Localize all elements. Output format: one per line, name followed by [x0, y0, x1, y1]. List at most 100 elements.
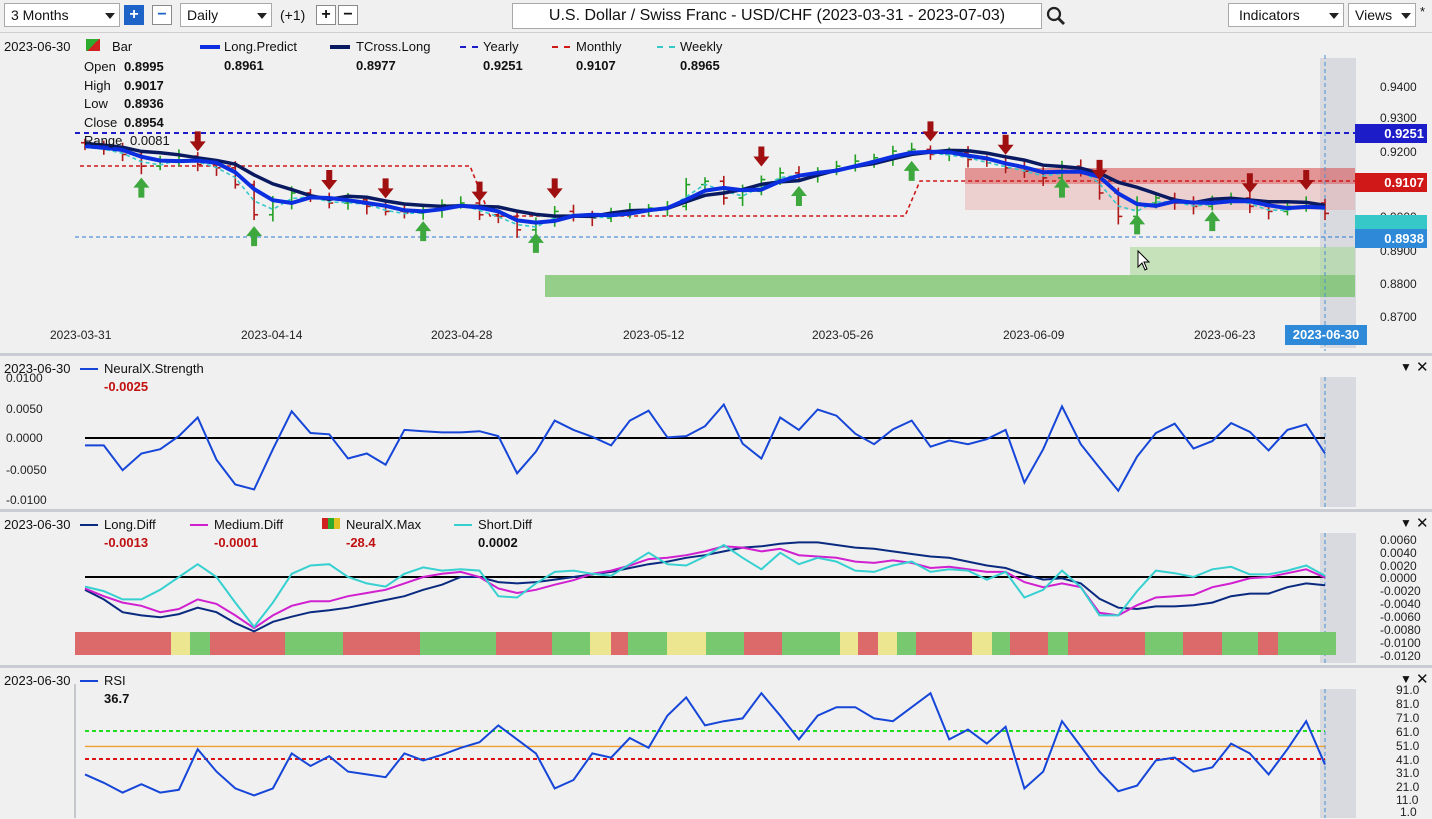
- period-select[interactable]: 3 Months: [4, 3, 120, 27]
- max-segment: [552, 632, 590, 655]
- max-segment: [706, 632, 744, 655]
- last-price-tag: 0.8938: [1355, 229, 1427, 248]
- y-tick: -0.0040: [1380, 597, 1421, 611]
- y-tick: 51.0: [1396, 739, 1420, 753]
- chevron-down-icon: [1329, 13, 1339, 19]
- ohlc-close-label: Close: [84, 115, 118, 130]
- max-segment: [1183, 632, 1222, 655]
- y-tick: -0.0080: [1380, 623, 1421, 637]
- y-tick: 0.0000: [1380, 571, 1417, 585]
- max-segment: [171, 632, 190, 655]
- close-icon[interactable]: ✕: [1416, 358, 1429, 376]
- y-tick: 0.0000: [6, 431, 43, 445]
- legend-swatch: [80, 680, 98, 682]
- support-zone: [545, 275, 1355, 297]
- current-date-tag: 2023-06-30: [1285, 325, 1367, 345]
- pin-icon[interactable]: *: [1420, 4, 1425, 19]
- sell-arrow-icon: [753, 146, 770, 167]
- legend-swatch: [454, 524, 472, 526]
- y-tick: 81.0: [1396, 697, 1420, 711]
- legend-swatch: [330, 45, 350, 49]
- y-tick: 0.9200: [1380, 145, 1417, 159]
- interval-select[interactable]: Daily: [180, 3, 272, 27]
- price-panel[interactable]: 2023-06-30 Bar Long.Predict 0.8961 TCros…: [0, 33, 1432, 353]
- max-segment: [1068, 632, 1145, 655]
- legend-long-predict: Long.Predict: [224, 39, 297, 54]
- panel-splitter[interactable]: [0, 509, 1432, 512]
- sell-arrow-icon: [471, 181, 488, 202]
- legend-short-diff: Short.Diff: [478, 517, 532, 532]
- legend-monthly-value: 0.9107: [576, 58, 616, 73]
- x-tick: 2023-03-31: [50, 328, 112, 342]
- max-segment: [897, 632, 916, 655]
- y-tick: -0.0020: [1380, 584, 1421, 598]
- sell-arrow-icon: [546, 178, 563, 199]
- strength-value: -0.0025: [104, 379, 149, 394]
- close-icon[interactable]: ✕: [1416, 514, 1429, 532]
- max-segment: [782, 632, 840, 655]
- max-segment: [1145, 632, 1183, 655]
- max-segment: [858, 632, 878, 655]
- y-tick: 0.0050: [6, 402, 43, 416]
- collapse-icon[interactable]: ▼: [1400, 672, 1412, 686]
- legend-swatch: [80, 368, 98, 370]
- y-tick: 0.0100: [6, 371, 43, 385]
- offset-plus-button[interactable]: +: [316, 5, 336, 25]
- legend-bar: Bar: [112, 39, 133, 54]
- panel-splitter[interactable]: [0, 353, 1432, 356]
- max-segment: [916, 632, 972, 655]
- max-segment: [840, 632, 858, 655]
- max-segment: [75, 632, 171, 655]
- yearly-price-tag: 0.9251: [1355, 124, 1427, 143]
- toolbar: 3 Months + − Daily (+1) + − U.S. Dollar …: [0, 0, 1432, 33]
- max-segment: [1010, 632, 1048, 655]
- x-tick: 2023-05-12: [623, 328, 685, 342]
- diff-panel[interactable]: 2023-06-30 Long.Diff -0.0013 Medium.Diff…: [0, 513, 1432, 665]
- views-menu[interactable]: Views: [1348, 3, 1416, 27]
- legend-swatch: [657, 46, 675, 48]
- rsi-panel[interactable]: 2023-06-30 RSI 36.7 91.0 81.0 71.0 61.0 …: [0, 669, 1432, 819]
- strength-legend: NeuralX.Strength: [104, 361, 204, 376]
- search-icon[interactable]: [1046, 6, 1066, 26]
- y-tick: 0.8700: [1380, 310, 1417, 324]
- max-segment: [1222, 632, 1258, 655]
- collapse-icon[interactable]: ▼: [1400, 360, 1412, 374]
- max-segment: [667, 632, 706, 655]
- max-segment: [1048, 632, 1068, 655]
- strength-chart: [85, 377, 1356, 507]
- ohlc-high-label: High: [84, 78, 111, 93]
- offset-minus-button[interactable]: −: [338, 5, 358, 25]
- y-tick: 31.0: [1396, 766, 1420, 780]
- zoom-out-button[interactable]: −: [152, 5, 172, 25]
- ohlc-range-value: 0.0081: [130, 133, 170, 148]
- ohlc-close-value: 0.8954: [124, 115, 164, 130]
- neuralx-max-bar: [75, 632, 1336, 655]
- x-tick: 2023-06-23: [1194, 328, 1256, 342]
- instrument-title[interactable]: U.S. Dollar / Swiss Franc - USD/CHF (202…: [512, 3, 1042, 29]
- panel-splitter[interactable]: [0, 665, 1432, 668]
- strength-panel[interactable]: 2023-06-30 NeuralX.Strength -0.0025 0.01…: [0, 357, 1432, 509]
- max-segment: [420, 632, 496, 655]
- x-tick: 2023-05-26: [812, 328, 874, 342]
- bar-legend-icon: [86, 39, 100, 51]
- chevron-down-icon: [257, 13, 267, 19]
- neuralx-max-value: -28.4: [346, 535, 376, 550]
- buy-arrow-icon: [903, 160, 920, 181]
- y-tick: 0.9400: [1380, 80, 1417, 94]
- buy-arrow-icon: [790, 185, 807, 206]
- max-segment: [992, 632, 1010, 655]
- indicators-menu[interactable]: Indicators: [1228, 3, 1344, 27]
- views-label: Views: [1355, 7, 1393, 23]
- sell-arrow-icon: [189, 131, 206, 152]
- y-tick: 1.0: [1400, 805, 1417, 819]
- max-segment: [285, 632, 343, 655]
- zoom-in-button[interactable]: +: [124, 5, 144, 25]
- close-icon[interactable]: ✕: [1416, 670, 1429, 688]
- x-tick: 2023-06-09: [1003, 328, 1065, 342]
- period-value: 3 Months: [11, 7, 69, 23]
- y-tick: 0.8800: [1380, 277, 1417, 291]
- max-segment: [878, 632, 897, 655]
- short-diff-value: 0.0002: [478, 535, 518, 550]
- interval-value: Daily: [187, 7, 219, 23]
- collapse-icon[interactable]: ▼: [1400, 516, 1412, 530]
